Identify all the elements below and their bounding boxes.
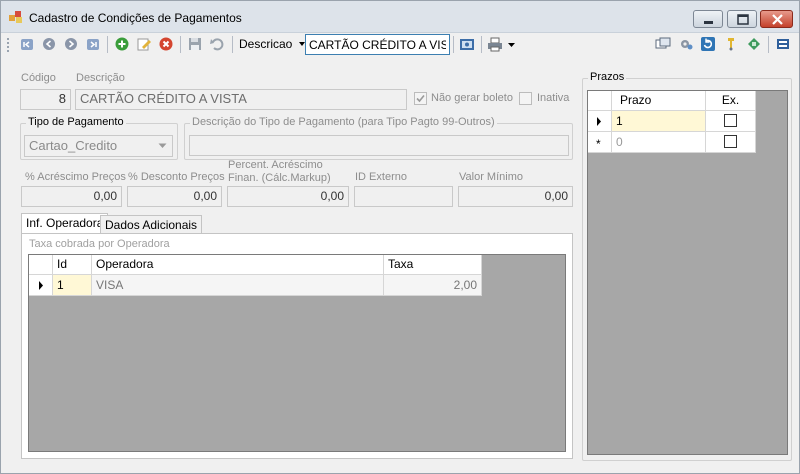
app-icon [9, 11, 22, 23]
add-icon[interactable] [114, 36, 130, 52]
next-record-icon[interactable] [63, 36, 79, 52]
acrescimo-label: % Acréscimo Preços [25, 171, 126, 183]
valor-minimo-label: Valor Mínimo [459, 171, 523, 183]
tab-dados-adicionais[interactable]: Dados Adicionais [100, 215, 203, 235]
ex-checkbox[interactable] [724, 114, 737, 127]
operadora-caption: Taxa cobrada por Operadora [29, 238, 170, 250]
descricao-field[interactable]: CARTÃO CRÉDITO A VISTA [75, 89, 407, 110]
search-input[interactable] [305, 34, 450, 55]
descricao-tipo-label: Descrição do Tipo de Pagamento (para Tip… [190, 116, 497, 128]
new-row-asterisk-icon: * [596, 137, 601, 151]
settings-icon[interactable] [678, 36, 694, 52]
id-externo-field[interactable] [354, 186, 453, 207]
id-externo-label: ID Externo [355, 171, 407, 183]
row-indicator: * [588, 132, 612, 153]
last-record-icon[interactable] [85, 36, 101, 52]
search-field-dropdown[interactable]: Descricao [239, 35, 306, 53]
prazos-grid[interactable]: Prazo Ex. 1 * 0 [587, 90, 788, 455]
tipo-pagamento-label: Tipo de Pagamento [26, 116, 126, 128]
search-field-label: Descricao [239, 37, 293, 51]
save-icon[interactable] [187, 36, 203, 52]
nao-gerar-boleto-label: Não gerar boleto [431, 92, 513, 104]
column-header-id[interactable]: Id [53, 255, 92, 275]
operadora-tab-panel: Taxa cobrada por Operadora Id Operadora … [21, 233, 573, 459]
nao-gerar-boleto-checkbox[interactable] [414, 92, 427, 105]
operadora-grid[interactable]: Id Operadora Taxa 1 VISA 2,00 [28, 254, 566, 452]
descricao-tipo-field[interactable] [189, 135, 569, 156]
toolbar-separator [232, 36, 233, 53]
minimize-button[interactable] [693, 10, 723, 28]
export-icon[interactable] [746, 36, 762, 52]
toolbar-grip-icon [7, 38, 9, 52]
acrescimo-field[interactable]: 0,00 [21, 186, 122, 207]
toolbar-separator [768, 36, 769, 53]
window-title: Cadastro de Condições de Pagamentos [29, 11, 242, 25]
cell-id[interactable]: 1 [53, 275, 92, 296]
current-row-arrow-icon [39, 281, 43, 290]
close-icon [772, 14, 783, 25]
delete-icon[interactable] [158, 36, 174, 52]
codigo-label: Código [21, 72, 56, 84]
checkmark-icon [416, 94, 425, 103]
percent-acrescimo-label-1: Percent. Acréscimo [228, 159, 323, 171]
cell-ex[interactable] [706, 111, 756, 132]
column-header-operadora[interactable]: Operadora [92, 255, 384, 275]
toolbar-separator [180, 36, 181, 53]
inativa-label: Inativa [537, 92, 570, 104]
window-list-icon[interactable] [655, 36, 671, 52]
row-indicator [588, 111, 612, 132]
maximize-icon [737, 14, 749, 25]
first-record-icon[interactable] [19, 36, 35, 52]
search-grid-icon[interactable] [459, 36, 475, 52]
maximize-button[interactable] [727, 10, 757, 28]
print-icon[interactable] [487, 36, 503, 52]
title-bar[interactable]: Cadastro de Condições de Pagamentos [1, 1, 799, 33]
percent-acrescimo-field[interactable]: 0,00 [227, 186, 349, 207]
cell-prazo[interactable]: 0 [612, 132, 706, 153]
cell-ex[interactable] [706, 132, 756, 153]
refresh-icon[interactable] [700, 36, 716, 52]
cell-prazo[interactable]: 1 [612, 111, 706, 132]
desconto-field[interactable]: 0,00 [127, 186, 222, 207]
minimize-icon [704, 21, 713, 24]
undo-icon[interactable] [209, 36, 225, 52]
svg-text:*: * [596, 137, 601, 151]
toolbar-separator [453, 36, 454, 53]
percent-acrescimo-label-2: Finan. (Cálc.Markup) [228, 172, 331, 184]
chevron-down-icon [158, 143, 167, 148]
cell-operadora[interactable]: VISA [92, 275, 384, 296]
grid-corner [588, 91, 612, 111]
print-dropdown-icon[interactable] [508, 42, 515, 48]
previous-record-icon[interactable] [41, 36, 57, 52]
toolbar: Descricao [1, 33, 799, 55]
inativa-checkbox[interactable] [519, 92, 532, 105]
current-row-arrow-icon [597, 117, 601, 126]
exit-icon[interactable] [775, 36, 791, 52]
ex-checkbox[interactable] [724, 135, 737, 148]
descricao-label: Descrição [76, 72, 125, 84]
toolbar-separator [107, 36, 108, 53]
grid-corner [29, 255, 53, 275]
close-button[interactable] [760, 10, 793, 28]
column-header-taxa[interactable]: Taxa [384, 255, 482, 275]
desconto-label: % Desconto Preços [128, 171, 225, 183]
codigo-field[interactable]: 8 [20, 89, 71, 110]
row-indicator [29, 275, 53, 296]
prazos-title: Prazos [588, 71, 627, 83]
toolbar-separator [481, 36, 482, 53]
column-header-ex[interactable]: Ex. [706, 91, 756, 111]
tipo-pagamento-value: Cartao_Credito [29, 138, 118, 153]
column-header-prazo[interactable]: Prazo [612, 91, 706, 111]
edit-icon[interactable] [136, 36, 152, 52]
valor-minimo-field[interactable]: 0,00 [458, 186, 573, 207]
help-icon[interactable] [723, 36, 739, 52]
main-window: Cadastro de Condições de Pagamentos Desc… [0, 0, 800, 474]
tab-inf-operadora[interactable]: Inf. Operadora [21, 213, 109, 235]
cell-taxa[interactable]: 2,00 [384, 275, 482, 296]
tipo-pagamento-select[interactable]: Cartao_Credito [24, 135, 173, 157]
